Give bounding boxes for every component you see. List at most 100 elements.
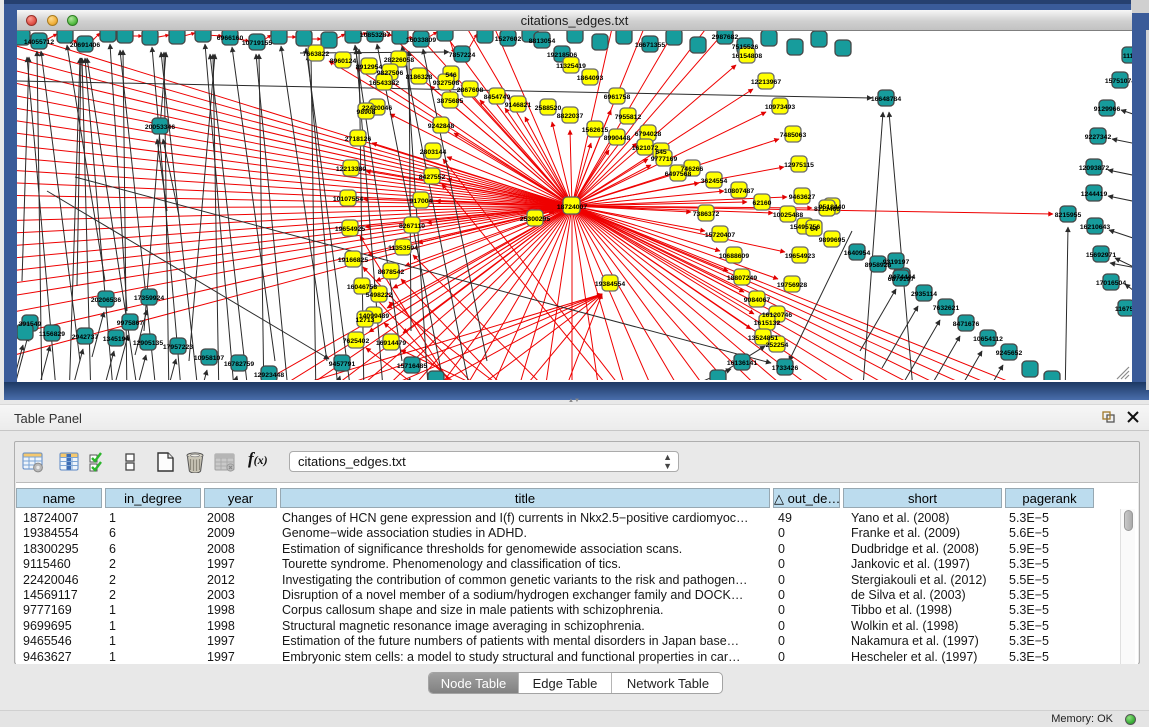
svg-text:1562615: 1562615 <box>582 127 609 134</box>
svg-text:14055712: 14055712 <box>24 39 54 46</box>
svg-text:1117: 1117 <box>1123 53 1132 60</box>
svg-text:28226058: 28226058 <box>384 57 414 64</box>
svg-text:11325419: 11325419 <box>556 63 586 70</box>
svg-text:9146821: 9146821 <box>505 102 532 109</box>
svg-text:19166825: 19166825 <box>338 257 368 264</box>
svg-text:9242848: 9242848 <box>428 123 455 130</box>
svg-text:10107554: 10107554 <box>333 196 363 203</box>
svg-text:2935114: 2935114 <box>911 291 937 298</box>
svg-text:8878542: 8878542 <box>378 269 405 276</box>
svg-text:7625402: 7625402 <box>343 338 370 345</box>
svg-text:13524851: 13524851 <box>748 335 778 342</box>
svg-text:7386372: 7386372 <box>693 211 720 218</box>
svg-text:6794028: 6794028 <box>635 131 662 138</box>
svg-text:8471676: 8471676 <box>953 321 980 328</box>
svg-text:15716485: 15716485 <box>397 363 427 370</box>
svg-text:15751074: 15751074 <box>1105 78 1132 85</box>
svg-text:25300295: 25300295 <box>520 216 550 223</box>
svg-text:2588520: 2588520 <box>535 105 562 112</box>
svg-text:116753: 116753 <box>1115 306 1132 313</box>
svg-text:19218506: 19218506 <box>547 52 577 59</box>
svg-text:8960124: 8960124 <box>330 58 357 65</box>
svg-text:19654923: 19654923 <box>785 253 815 260</box>
svg-text:1156829: 1156829 <box>39 331 65 338</box>
svg-text:10973493: 10973493 <box>765 104 795 111</box>
svg-text:8822037: 8822037 <box>557 113 584 120</box>
svg-text:8958928: 8958928 <box>865 262 892 269</box>
svg-text:17957223: 17957223 <box>163 344 193 351</box>
svg-text:9827506: 9827506 <box>377 70 404 77</box>
svg-text:2942737: 2942737 <box>72 334 99 341</box>
svg-text:8813054: 8813054 <box>529 38 556 45</box>
svg-text:16914479: 16914479 <box>376 340 406 347</box>
svg-text:16046758: 16046758 <box>347 284 377 291</box>
svg-text:10807487: 10807487 <box>724 188 754 195</box>
svg-text:19654925: 19654925 <box>335 226 365 233</box>
svg-text:7857224: 7857224 <box>449 52 476 59</box>
svg-text:1615132: 1615132 <box>754 320 781 327</box>
svg-text:8215955: 8215955 <box>1055 212 1082 219</box>
svg-text:6961758: 6961758 <box>604 94 631 101</box>
svg-text:391549: 391549 <box>19 321 42 328</box>
svg-text:17016504: 17016504 <box>1096 280 1126 287</box>
svg-text:11353594: 11353594 <box>388 245 418 252</box>
svg-text:9129966: 9129966 <box>1094 106 1121 113</box>
svg-text:16543382: 16543382 <box>369 80 399 87</box>
svg-text:8454749: 8454749 <box>484 94 511 101</box>
svg-text:1864093: 1864093 <box>577 75 604 82</box>
svg-text:16136141: 16136141 <box>727 360 757 367</box>
svg-text:16210643: 16210643 <box>1080 224 1110 231</box>
svg-text:8267110: 8267110 <box>399 223 425 230</box>
svg-text:10688609: 10688609 <box>719 253 749 260</box>
svg-text:8113468: 8113468 <box>814 206 840 213</box>
svg-text:7663822: 7663822 <box>303 51 330 58</box>
svg-text:2803144: 2803144 <box>420 149 447 156</box>
svg-text:20691406: 20691406 <box>70 42 100 49</box>
svg-text:3875685: 3875685 <box>437 98 464 105</box>
svg-text:5498222: 5498222 <box>366 292 393 299</box>
svg-text:2987682: 2987682 <box>712 34 739 41</box>
svg-text:64: 64 <box>810 226 818 233</box>
svg-text:12213967: 12213967 <box>751 79 781 86</box>
svg-text:1244419: 1244419 <box>1081 191 1108 198</box>
svg-text:9463627: 9463627 <box>789 194 816 201</box>
svg-text:8186328: 8186328 <box>406 74 433 81</box>
svg-text:545: 545 <box>655 149 667 156</box>
svg-text:252254: 252254 <box>766 342 789 349</box>
svg-text:18724007: 18724007 <box>557 204 587 211</box>
svg-text:9457791: 9457791 <box>329 361 356 368</box>
svg-text:98908: 98908 <box>357 109 376 116</box>
svg-text:16671355: 16671355 <box>635 42 665 49</box>
svg-text:9245652: 9245652 <box>996 350 1023 357</box>
svg-text:9975867: 9975867 <box>117 320 144 327</box>
svg-text:16782759: 16782759 <box>224 361 254 368</box>
svg-text:20053346: 20053346 <box>145 124 175 131</box>
svg-text:20206536: 20206536 <box>91 297 121 304</box>
svg-text:6966160: 6966160 <box>217 35 244 42</box>
svg-text:16648784: 16648784 <box>871 96 901 103</box>
svg-text:10958107: 10958107 <box>194 355 224 362</box>
svg-text:10025488: 10025488 <box>773 212 803 219</box>
svg-text:1527602: 1527602 <box>495 36 522 43</box>
svg-text:3624554: 3624554 <box>701 178 728 185</box>
svg-text:7632621: 7632621 <box>933 305 960 312</box>
svg-text:7485063: 7485063 <box>780 132 807 139</box>
svg-text:9899695: 9899695 <box>819 237 846 244</box>
svg-text:546: 546 <box>445 72 457 79</box>
svg-text:8990448: 8990448 <box>604 135 631 142</box>
svg-text:7955812: 7955812 <box>615 114 642 121</box>
svg-text:6879197: 6879197 <box>888 276 915 283</box>
svg-text:12213389: 12213389 <box>336 166 366 173</box>
svg-text:9327508: 9327508 <box>433 80 460 87</box>
svg-text:19384554: 19384554 <box>595 281 625 288</box>
svg-text:1733426: 1733426 <box>772 365 799 372</box>
svg-text:917004: 917004 <box>410 198 433 205</box>
svg-text:12975115: 12975115 <box>784 162 814 169</box>
svg-text:12713: 12713 <box>356 317 375 324</box>
svg-text:2867608: 2867608 <box>457 87 484 94</box>
svg-text:10654112: 10654112 <box>973 336 1003 343</box>
svg-text:12905135: 12905135 <box>133 340 163 347</box>
svg-text:12093872: 12093872 <box>1079 165 1109 172</box>
svg-text:18807249: 18807249 <box>727 275 757 282</box>
svg-text:10853287: 10853287 <box>360 32 390 39</box>
